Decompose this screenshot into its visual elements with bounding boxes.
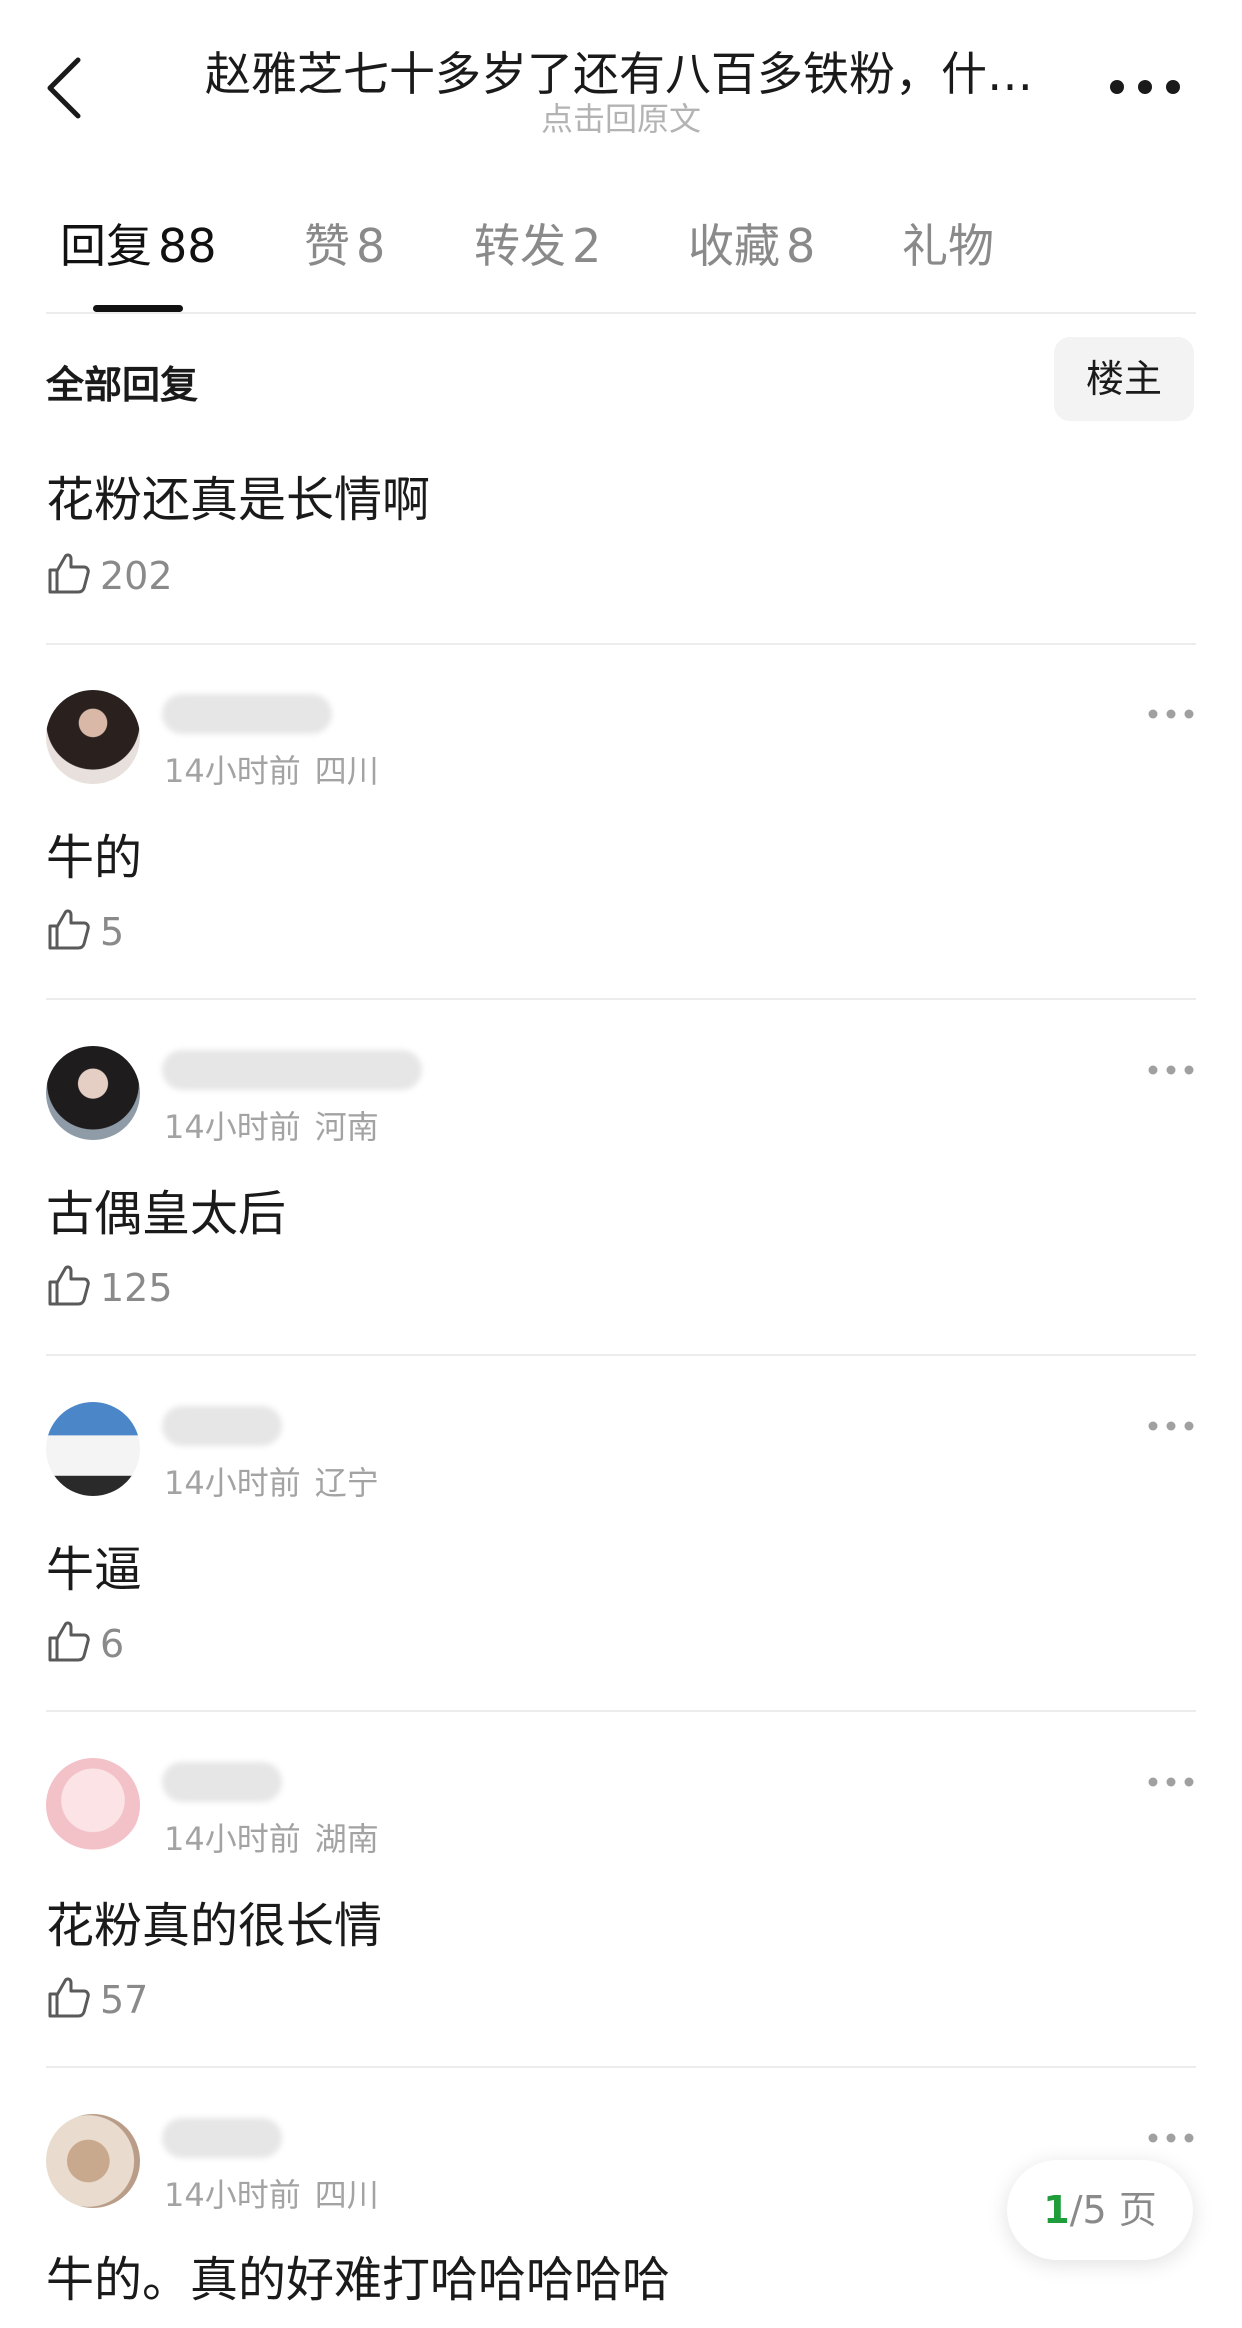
op-only-filter-button[interactable]: 楼主 — [1054, 337, 1194, 421]
avatar[interactable] — [46, 1758, 140, 1852]
comment-more-button[interactable] — [1146, 2128, 1196, 2148]
comment-text: 牛逼 — [46, 1542, 143, 1598]
thumbs-up-icon — [48, 909, 90, 950]
comment-text: 古偶皇太后 — [46, 1186, 287, 1242]
current-page: 1 — [1043, 2188, 1070, 2232]
comment-text: 牛的 — [46, 830, 143, 886]
tab-reposts[interactable]: 转发 2 — [474, 210, 601, 276]
comment-time: 14小时前 — [164, 1108, 301, 1146]
comment-meta: 14小时前 湖南 — [164, 1814, 379, 1860]
tab-favorites[interactable]: 收藏 8 — [688, 210, 815, 276]
more-horizontal-icon — [1148, 2133, 1194, 2143]
comment-location: 湖南 — [314, 1820, 379, 1858]
comment-divider — [46, 998, 1196, 1000]
tab-likes[interactable]: 赞8 — [304, 210, 385, 276]
username-blurred[interactable] — [162, 2118, 282, 2158]
tab-gifts[interactable]: 礼物 — [902, 210, 1000, 276]
comment-divider — [46, 1354, 1196, 1356]
avatar[interactable] — [46, 690, 140, 784]
comment-meta: 14小时前 四川 — [164, 2170, 379, 2216]
tabs-divider — [46, 312, 1196, 314]
comment-more-button[interactable] — [1146, 1772, 1196, 1792]
comment-more-button[interactable] — [1146, 704, 1196, 724]
tab-label: 回复 — [60, 219, 152, 273]
username-blurred[interactable] — [162, 694, 332, 734]
reply-text: 花粉还真是长情啊 — [46, 472, 431, 528]
top-bar: 赵雅芝七十多岁了还有八百多铁粉，什… 点击回原文 — [0, 0, 1242, 150]
avatar[interactable] — [46, 2114, 140, 2208]
username-blurred[interactable] — [162, 1406, 282, 1446]
comment-more-button[interactable] — [1146, 1060, 1196, 1080]
more-horizontal-icon — [1148, 1065, 1194, 1075]
thumbs-up-icon — [48, 1977, 90, 2018]
tab-label: 礼物 — [902, 219, 994, 273]
comment-text: 牛的。真的好难打哈哈哈哈哈 — [46, 2252, 671, 2308]
page-total: /5 页 — [1069, 2188, 1157, 2232]
tab-count: 8 — [356, 219, 386, 273]
comment-location: 辽宁 — [314, 1464, 379, 1502]
more-horizontal-icon — [1110, 80, 1180, 94]
more-button[interactable] — [1105, 70, 1185, 104]
more-horizontal-icon — [1148, 1421, 1194, 1431]
like-count: 125 — [100, 1266, 173, 1310]
section-title: 全部回复 — [46, 363, 199, 407]
active-tab-indicator — [93, 305, 183, 312]
tab-label: 收藏 — [688, 219, 780, 273]
avatar[interactable] — [46, 1402, 140, 1496]
comment-more-button[interactable] — [1146, 1416, 1196, 1436]
comment-time: 14小时前 — [164, 1820, 301, 1858]
avatar[interactable] — [46, 1046, 140, 1140]
username-blurred[interactable] — [162, 1762, 282, 1802]
page-indicator-button[interactable]: 1/5 页 — [1007, 2160, 1193, 2260]
thumbs-up-icon — [48, 1265, 90, 1306]
comment-time: 14小时前 — [164, 752, 301, 790]
more-horizontal-icon — [1148, 709, 1194, 719]
tab-replies[interactable]: 回复 88 — [60, 210, 217, 276]
tab-count: 8 — [786, 219, 816, 273]
comment-divider — [46, 1710, 1196, 1712]
tab-count: 88 — [158, 219, 217, 273]
username-blurred[interactable] — [162, 1050, 422, 1090]
comment-meta: 14小时前 河南 — [164, 1102, 379, 1148]
view-original-link[interactable]: 点击回原文 — [0, 94, 1242, 140]
like-count: 6 — [100, 1622, 125, 1666]
more-horizontal-icon — [1148, 1777, 1194, 1787]
comment-divider — [46, 2066, 1196, 2068]
tab-label: 赞 — [304, 219, 350, 273]
comment-location: 河南 — [314, 1108, 379, 1146]
comment-location: 四川 — [314, 752, 379, 790]
tab-bar: 回复 88 赞8 转发 2 收藏 8 礼物 — [46, 210, 1196, 300]
like-count: 202 — [100, 554, 173, 598]
thumbs-up-icon — [48, 1621, 90, 1662]
tab-label: 转发 — [474, 219, 566, 273]
comment-time: 14小时前 — [164, 2176, 301, 2214]
like-count: 5 — [100, 910, 125, 954]
thumbs-up-icon — [48, 553, 90, 594]
comment-meta: 14小时前 辽宁 — [164, 1458, 379, 1504]
comment-time: 14小时前 — [164, 1464, 301, 1502]
comment-divider — [46, 643, 1196, 645]
comment-meta: 14小时前 四川 — [164, 746, 379, 792]
comment-location: 四川 — [314, 2176, 379, 2214]
comment-text: 花粉真的很长情 — [46, 1898, 383, 1954]
tab-count: 2 — [572, 219, 602, 273]
like-count: 57 — [100, 1978, 149, 2022]
